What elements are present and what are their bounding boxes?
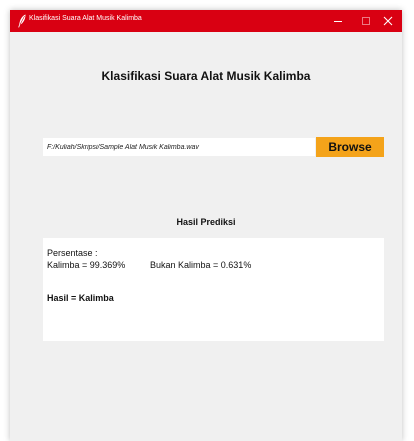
- result-title: Hasil Prediksi: [176, 217, 236, 227]
- page-title: Klasifikasi Suara Alat Musik Kalimba: [101, 69, 311, 83]
- app-window: Klasifikasi Suara Alat Musik Kalimba Kla…: [10, 10, 402, 441]
- percentage-label: Persentase :: [47, 248, 98, 258]
- bukan-kalimba-percentage: Bukan Kalimba = 0.631%: [150, 260, 252, 270]
- file-path-field[interactable]: [43, 138, 315, 156]
- minimize-icon: [334, 21, 342, 22]
- window-title: Klasifikasi Suara Alat Musik Kalimba: [29, 15, 142, 22]
- minimize-button[interactable]: [324, 10, 352, 32]
- title-bar[interactable]: Klasifikasi Suara Alat Musik Kalimba: [10, 10, 402, 32]
- result-panel: Persentase : Kalimba = 99.369% Bukan Kal…: [43, 238, 384, 341]
- close-button[interactable]: [374, 10, 402, 32]
- feather-icon: [18, 14, 26, 28]
- maximize-icon: [362, 17, 370, 25]
- kalimba-percentage: Kalimba = 99.369%: [47, 260, 126, 270]
- close-icon: [383, 16, 393, 26]
- browse-button[interactable]: Browse: [316, 137, 384, 157]
- final-result: Hasil = Kalimba: [47, 293, 114, 303]
